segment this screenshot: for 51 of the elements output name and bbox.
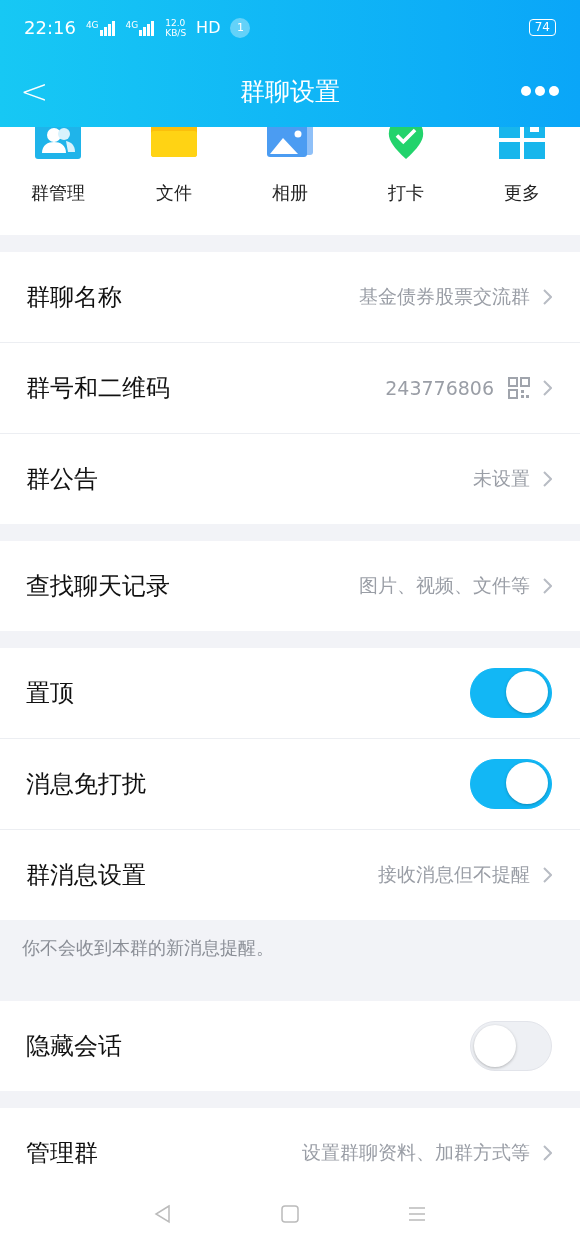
shortcut-label[interactable]: 群管理 bbox=[31, 181, 85, 205]
speed-unit: KB/S bbox=[165, 27, 187, 38]
signal-icon bbox=[99, 19, 116, 36]
notification-badge: 1 bbox=[230, 17, 251, 38]
settings-row[interactable]: 查找聊天记录 图片、视频、文件等 bbox=[0, 541, 580, 631]
speed-value: 12.0 bbox=[165, 17, 187, 28]
setting-value: 243776806 bbox=[385, 377, 494, 399]
photo-icon[interactable] bbox=[267, 127, 313, 159]
chevron-icon bbox=[542, 288, 552, 306]
hd-label: HD bbox=[196, 18, 221, 37]
home-nav-icon[interactable] bbox=[279, 1202, 301, 1225]
setting-label: 群公告 bbox=[26, 464, 99, 495]
page-title: 群聊设置 bbox=[239, 75, 341, 108]
chevron-icon bbox=[542, 470, 552, 488]
setting-label: 群聊名称 bbox=[26, 282, 123, 313]
more-icon[interactable] bbox=[520, 85, 560, 97]
network-label: 4G bbox=[125, 19, 139, 30]
setting-value: 图片、视频、文件等 bbox=[359, 573, 530, 598]
setting-value: 未设置 bbox=[473, 466, 530, 491]
toggle-switch[interactable] bbox=[470, 759, 552, 809]
shortcut-label[interactable]: 文件 bbox=[156, 181, 192, 205]
settings-row[interactable]: 群公告 未设置 bbox=[0, 433, 580, 524]
setting-value: 基金债券股票交流群 bbox=[359, 284, 530, 309]
shortcut-label[interactable]: 相册 bbox=[272, 181, 308, 205]
shortcut-label[interactable]: 打卡 bbox=[388, 181, 424, 205]
setting-value: 设置群聊资料、加群方式等 bbox=[302, 1140, 530, 1165]
battery-level: 74 bbox=[528, 19, 556, 36]
setting-label: 群号和二维码 bbox=[26, 373, 171, 404]
setting-label: 消息免打扰 bbox=[26, 769, 147, 800]
chevron-icon bbox=[542, 379, 552, 397]
chevron-icon bbox=[542, 577, 552, 595]
signal-icon bbox=[139, 19, 156, 36]
status-time: 22:16 bbox=[24, 17, 76, 38]
setting-label: 查找聊天记录 bbox=[26, 571, 171, 602]
folder-icon[interactable] bbox=[151, 127, 197, 159]
shortcut-label[interactable]: 更多 bbox=[504, 181, 540, 205]
settings-row[interactable]: 群聊名称 基金债券股票交流群 bbox=[0, 252, 580, 342]
setting-label: 隐藏会话 bbox=[26, 1031, 123, 1062]
settings-row[interactable]: 管理群 设置群聊资料、加群方式等 bbox=[0, 1108, 580, 1198]
setting-label: 置顶 bbox=[26, 678, 75, 709]
network-label: 4G bbox=[85, 19, 99, 30]
grid-icon[interactable] bbox=[499, 127, 545, 159]
people-icon[interactable] bbox=[35, 127, 81, 159]
qr-code-icon bbox=[508, 377, 530, 399]
setting-value: 接收消息但不提醒 bbox=[378, 862, 530, 887]
toggle-switch[interactable] bbox=[470, 668, 552, 718]
chevron-icon bbox=[542, 866, 552, 884]
setting-label: 管理群 bbox=[26, 1138, 99, 1169]
setting-label: 群消息设置 bbox=[26, 860, 147, 891]
chevron-icon bbox=[542, 1144, 552, 1162]
settings-row[interactable]: 群号和二维码 243776806 bbox=[0, 342, 580, 433]
